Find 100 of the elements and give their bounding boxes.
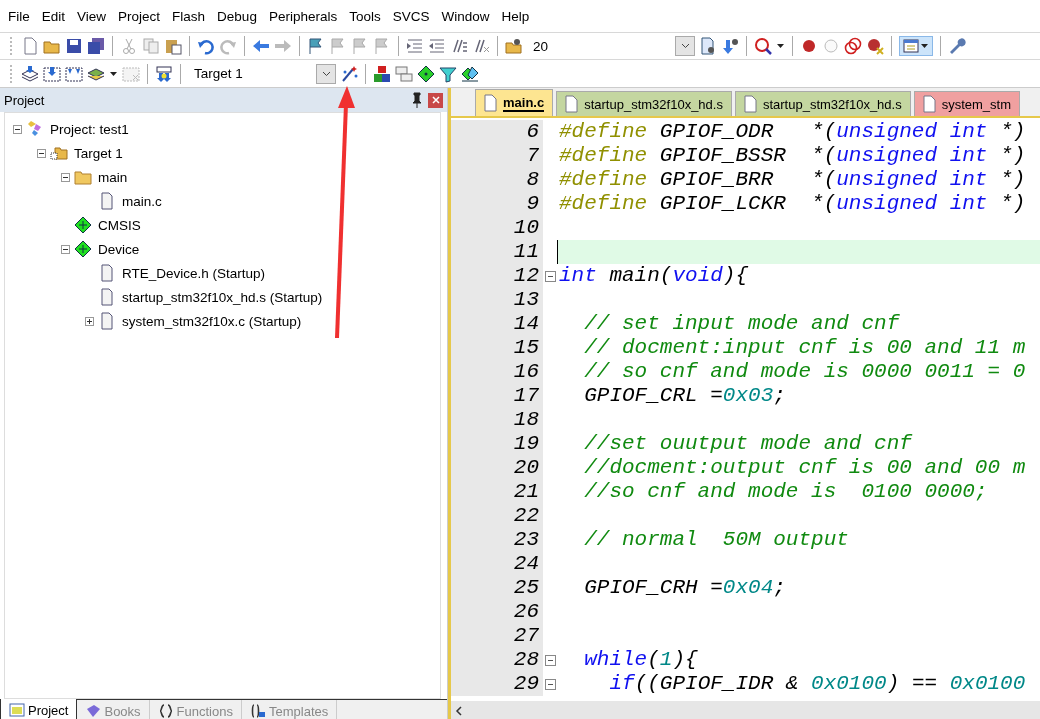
- code-line: //set ouutput mode and cnf: [583, 432, 912, 455]
- wrench-icon[interactable]: [948, 37, 966, 55]
- window-layout-button[interactable]: [899, 36, 933, 56]
- line-number: 18: [451, 408, 543, 432]
- line-number: 9: [451, 192, 543, 216]
- code-line: while(1){: [583, 648, 698, 671]
- folder-search-icon[interactable]: [505, 37, 523, 55]
- funnel-icon[interactable]: [439, 64, 457, 83]
- editor-tab[interactable]: main.c: [475, 89, 554, 116]
- file-icon: [98, 288, 116, 306]
- line-number: 28: [451, 648, 543, 672]
- expand-toggle[interactable]: [85, 316, 94, 326]
- code-line: GPIOF_CRH =0x04;: [583, 576, 786, 599]
- menu-item[interactable]: View: [71, 8, 113, 24]
- breakpoint-remove-icon[interactable]: [866, 37, 884, 55]
- tree-item[interactable]: main.c: [122, 193, 162, 209]
- blocks-icon[interactable]: [373, 64, 391, 83]
- paste-icon[interactable]: [164, 37, 182, 55]
- menu-item[interactable]: File: [2, 8, 36, 24]
- scroll-left-icon[interactable]: [455, 705, 463, 716]
- tree-item[interactable]: Target 1: [74, 145, 123, 161]
- unindent-icon[interactable]: [428, 37, 446, 55]
- magic-wand-icon[interactable]: [340, 64, 358, 83]
- fold-toggle[interactable]: [544, 654, 556, 666]
- menu-item[interactable]: SVCS: [386, 8, 436, 24]
- expand-toggle[interactable]: [37, 148, 46, 158]
- line-number: 29: [451, 672, 543, 696]
- expand-toggle[interactable]: [61, 244, 70, 254]
- flag-icon[interactable]: [307, 37, 325, 55]
- undo-icon[interactable]: [197, 37, 215, 55]
- chevron-down-icon[interactable]: [321, 70, 331, 77]
- menu-item[interactable]: Edit: [35, 8, 72, 24]
- menu-item[interactable]: Flash: [166, 8, 212, 24]
- debug-magnifier-icon[interactable]: [754, 37, 772, 55]
- tree-item[interactable]: Project: test1: [50, 121, 129, 137]
- book-icon[interactable]: [85, 704, 102, 718]
- project-icon: [26, 120, 44, 138]
- editor-tab[interactable]: startup_stm32f10x_hd.s: [556, 91, 732, 116]
- line-number: 17: [451, 384, 543, 408]
- line-number: 14: [451, 312, 543, 336]
- uncomment-icon[interactable]: [472, 37, 490, 55]
- code-line: //so cnf and mode is 0100 0000;: [583, 480, 988, 503]
- line-number: 19: [451, 432, 543, 456]
- code-line: //docment:output cnf is 00 and 00 m: [583, 456, 1026, 479]
- tree-item[interactable]: system_stm32f10x.c (Startup): [122, 313, 302, 329]
- expand-toggle[interactable]: [13, 124, 22, 134]
- tree-item[interactable]: RTE_Device.h (Startup): [122, 265, 266, 281]
- editor-tab[interactable]: startup_stm32f10x_hd.s: [734, 91, 911, 116]
- menu-item[interactable]: Peripherals: [262, 8, 344, 24]
- menu-item[interactable]: Tools: [343, 8, 387, 24]
- menu-item[interactable]: Window: [435, 8, 496, 24]
- line-number: 25: [451, 576, 543, 600]
- grid-arrows-icon[interactable]: [65, 64, 83, 83]
- save-all-icon[interactable]: [87, 37, 105, 55]
- menu-item[interactable]: Help: [495, 8, 536, 24]
- file-icon: [98, 192, 116, 210]
- diamond-icon[interactable]: [417, 64, 435, 83]
- line-number: 10: [451, 216, 543, 240]
- file-icon: [98, 312, 116, 330]
- line-number: 23: [451, 528, 543, 552]
- stacked-diamonds-icon[interactable]: [461, 64, 479, 83]
- fold-toggle[interactable]: [544, 678, 556, 690]
- close-button[interactable]: [428, 92, 443, 108]
- code-line: if((GPIOF_IDR & 0x0100) == 0x0100: [608, 672, 1026, 695]
- menu-item[interactable]: Project: [112, 8, 167, 24]
- tree-item[interactable]: Device: [98, 241, 140, 257]
- folder-icon: [74, 168, 92, 186]
- stack-arrow-icon[interactable]: [21, 64, 39, 83]
- component-icon: [74, 240, 92, 258]
- fold-toggle[interactable]: [544, 270, 556, 282]
- tree-item[interactable]: startup_stm32f10x_hd.s (Startup): [122, 289, 323, 305]
- document-search-icon[interactable]: [699, 37, 717, 55]
- code-line: // docment:input cnf is 00 and 11 m: [583, 336, 1026, 359]
- code-line: int main(void){: [559, 264, 749, 287]
- menu-item[interactable]: Debug: [211, 8, 263, 24]
- code-line: #define GPIOF_BRR *(unsigned int *): [559, 168, 1026, 191]
- template-icon[interactable]: [250, 704, 266, 718]
- file-icon: [481, 94, 499, 112]
- save-icon[interactable]: [65, 37, 83, 55]
- find-down-icon[interactable]: [721, 37, 739, 55]
- line-number: 20: [451, 456, 543, 480]
- tree-item[interactable]: CMSIS: [98, 217, 141, 233]
- line-number: 21: [451, 480, 543, 504]
- expand-toggle[interactable]: [61, 172, 70, 182]
- comment-icon[interactable]: [450, 37, 468, 55]
- line-number: 11: [451, 240, 543, 264]
- line-number: 16: [451, 360, 543, 384]
- editor-tab[interactable]: system_stm: [913, 91, 1021, 116]
- code-line: #define GPIOF_LCKR *(unsigned int *): [559, 192, 1026, 215]
- chevron-down-icon[interactable]: [680, 43, 690, 49]
- close-icon[interactable]: [431, 96, 440, 104]
- tree-item[interactable]: main: [98, 169, 128, 185]
- indent-icon[interactable]: [406, 37, 424, 55]
- double-circle-icon[interactable]: [844, 37, 862, 55]
- back-arrow-icon[interactable]: [252, 37, 270, 55]
- panel-tab[interactable]: Project: [0, 699, 78, 719]
- breakpoint-icon[interactable]: [800, 37, 818, 55]
- load-download-icon[interactable]: [155, 64, 173, 83]
- braces-icon[interactable]: [157, 704, 174, 718]
- window-icon[interactable]: [902, 37, 920, 55]
